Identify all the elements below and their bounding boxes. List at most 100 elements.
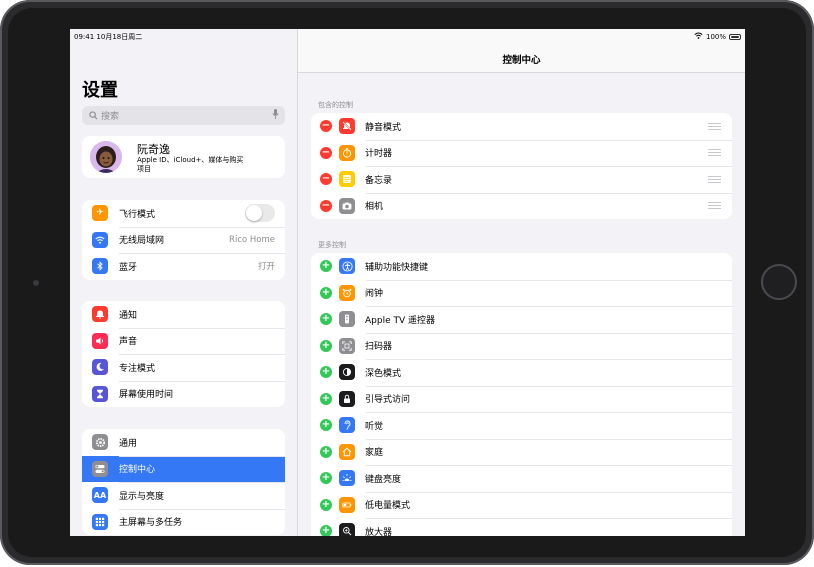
control-label: 计时器 — [365, 149, 393, 160]
remote-icon — [339, 311, 355, 328]
sidebar-item-general[interactable]: 通用 — [82, 429, 285, 456]
sidebar-title: 设置 — [82, 80, 118, 101]
alarm-icon — [339, 284, 355, 301]
list-item: + 低电量模式 — [311, 491, 732, 519]
avatar — [90, 141, 122, 173]
control-center-pane: 控制中心 包含的控制 − 静音模式 − 计时器 − 备忘录 − 相机 更多控制 … — [298, 29, 745, 536]
lock-icon — [339, 390, 355, 407]
control-label: Apple TV 遥控器 — [365, 315, 435, 326]
sidebar-item-display[interactable]: AA 显示与亮度 — [82, 482, 285, 509]
reorder-handle-icon[interactable] — [708, 149, 721, 157]
included-controls-header: 包含的控制 — [318, 101, 353, 109]
sidebar-item-screen-time[interactable]: 屏幕使用时间 — [82, 380, 285, 408]
control-label: 低电量模式 — [365, 501, 411, 512]
add-button[interactable]: + — [320, 498, 332, 511]
sidebar-item-focus[interactable]: 专注模式 — [82, 354, 285, 381]
status-time: 09:41 — [74, 33, 95, 41]
system-group: 通用 控制中心 AA 显示与亮度 主屏幕与多任务 — [82, 429, 285, 535]
reorder-handle-icon[interactable] — [708, 202, 721, 210]
control-label: 静音模式 — [365, 122, 402, 133]
microphone-icon[interactable] — [272, 109, 279, 122]
control-label: 扫码器 — [365, 342, 393, 353]
notifications-group: 通知 声音 专注模式 屏幕使用时间 — [82, 301, 285, 407]
page-title: 控制中心 — [502, 55, 541, 66]
control-label: 引导式访问 — [365, 395, 411, 406]
list-item: + 键盘亮度 — [311, 465, 732, 492]
sidebar-item-label: 蓝牙 — [119, 262, 138, 273]
status-bar: 09:41 10月18日周二 100% — [70, 29, 745, 43]
sidebar-item-home-screen[interactable]: 主屏幕与多任务 — [82, 508, 285, 536]
sidebar-item-bluetooth[interactable]: 蓝牙 打开 — [82, 253, 285, 280]
reorder-handle-icon[interactable] — [708, 122, 721, 130]
add-button[interactable]: + — [320, 339, 332, 352]
switches-icon — [92, 460, 108, 477]
list-item: + 辅助功能快捷键 — [311, 253, 732, 280]
qr-code-icon — [339, 337, 355, 354]
bell-slash-icon — [339, 118, 355, 135]
grid-icon — [92, 513, 108, 530]
add-button[interactable]: + — [320, 366, 332, 379]
more-controls-list: + 辅助功能快捷键 + 闹钟 + Apple TV 遥控器 + 扫码器 + 深色… — [311, 253, 732, 536]
reorder-handle-icon[interactable] — [708, 175, 721, 183]
remove-button[interactable]: − — [320, 173, 332, 186]
sidebar-item-control-center[interactable]: 控制中心 — [82, 455, 285, 482]
sidebar-item-label: 屏幕使用时间 — [119, 390, 174, 401]
home-button[interactable] — [761, 264, 797, 300]
moon-icon — [92, 359, 108, 376]
bluetooth-icon — [92, 258, 108, 275]
status-time-date: 09:41 10月18日周二 — [74, 32, 142, 42]
list-item: + 扫码器 — [311, 332, 732, 360]
add-button[interactable]: + — [320, 286, 332, 299]
list-item: + 闹钟 — [311, 279, 732, 307]
sidebar-item-label: 通用 — [119, 438, 138, 449]
text-size-icon: AA — [92, 487, 108, 504]
included-controls-list: − 静音模式 − 计时器 − 备忘录 − 相机 — [311, 113, 732, 219]
front-camera — [33, 280, 39, 286]
add-button[interactable]: + — [320, 260, 332, 273]
hourglass-icon — [92, 385, 108, 402]
add-button[interactable]: + — [320, 419, 332, 432]
screen: 设置 搜索 阮奇逸 Apple ID、iCloud+、媒体与购买项目 ✈ 飞行模… — [70, 29, 745, 536]
wifi-network-value: Rico Home — [229, 234, 275, 245]
add-button[interactable]: + — [320, 445, 332, 458]
sidebar-item-wifi[interactable]: 无线局域网 Rico Home — [82, 226, 285, 254]
sidebar-item-label: 飞行模式 — [119, 209, 156, 220]
dark-mode-icon — [339, 364, 355, 381]
more-controls-header: 更多控制 — [318, 241, 346, 249]
airplane-icon: ✈ — [92, 205, 108, 222]
settings-sidebar: 设置 搜索 阮奇逸 Apple ID、iCloud+、媒体与购买项目 ✈ 飞行模… — [70, 29, 298, 536]
list-item: + 放大器 — [311, 518, 732, 536]
list-item: + 深色模式 — [311, 359, 732, 386]
apple-id-profile[interactable]: 阮奇逸 Apple ID、iCloud+、媒体与购买项目 — [82, 136, 285, 178]
search-field[interactable]: 搜索 — [82, 106, 285, 125]
add-button[interactable]: + — [320, 472, 332, 485]
speaker-icon — [92, 332, 108, 349]
remove-button[interactable]: − — [320, 120, 332, 133]
accessibility-icon — [339, 258, 355, 275]
remove-button[interactable]: − — [320, 199, 332, 212]
list-item: − 相机 — [311, 192, 732, 220]
remove-button[interactable]: − — [320, 146, 332, 159]
control-label: 放大器 — [365, 527, 393, 536]
sidebar-item-notifications[interactable]: 通知 — [82, 301, 285, 328]
control-label: 闹钟 — [365, 289, 384, 300]
add-button[interactable]: + — [320, 525, 332, 536]
sidebar-item-sounds[interactable]: 声音 — [82, 327, 285, 355]
list-item: + 引导式访问 — [311, 385, 732, 413]
ipad-frame: 设置 搜索 阮奇逸 Apple ID、iCloud+、媒体与购买项目 ✈ 飞行模… — [0, 0, 814, 565]
airplane-mode-toggle[interactable] — [245, 204, 275, 223]
notes-icon — [339, 171, 355, 188]
control-label: 键盘亮度 — [365, 474, 402, 485]
sidebar-item-airplane-mode[interactable]: ✈ 飞行模式 — [82, 200, 285, 227]
list-item: + 家庭 — [311, 438, 732, 466]
home-icon — [339, 443, 355, 460]
camera-icon — [339, 197, 355, 214]
add-button[interactable]: + — [320, 392, 332, 405]
control-label: 备忘录 — [365, 175, 393, 186]
gear-icon — [92, 434, 108, 451]
control-label: 相机 — [365, 202, 384, 213]
search-placeholder: 搜索 — [101, 112, 120, 122]
add-button[interactable]: + — [320, 313, 332, 326]
control-label: 听觉 — [365, 421, 384, 432]
sidebar-item-label: 声音 — [119, 337, 138, 348]
